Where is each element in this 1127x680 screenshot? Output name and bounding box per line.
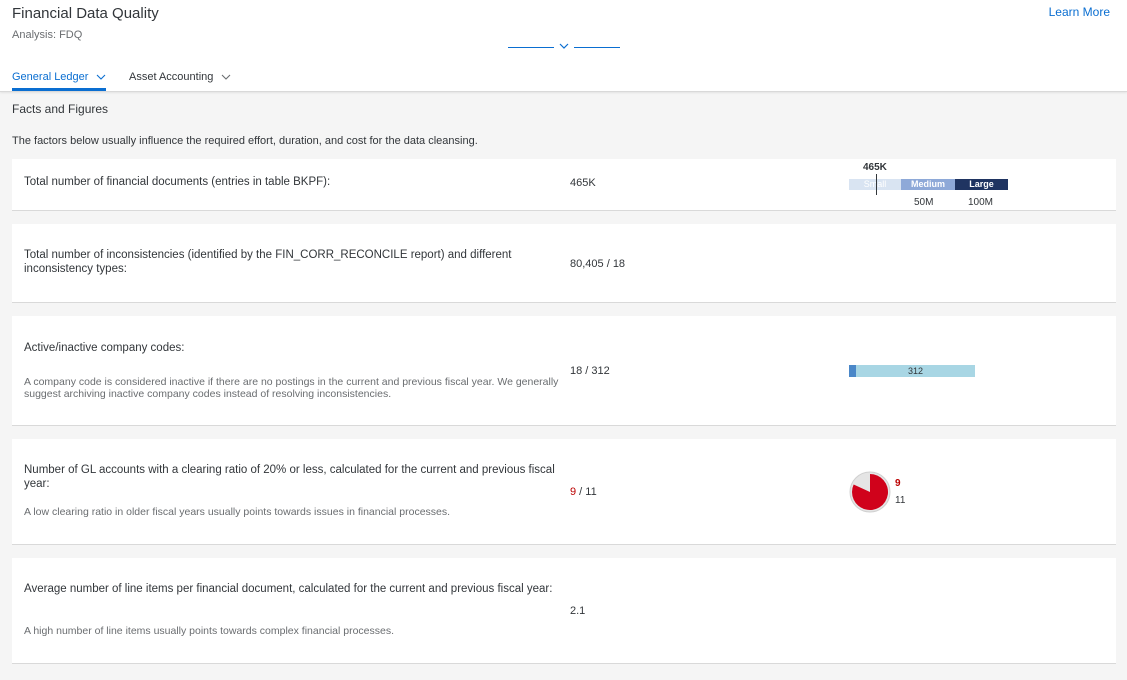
bullet-tick: 100M [968, 197, 994, 208]
card-label: Active/inactive company codes: [24, 342, 185, 354]
card-value: 9 / 11 [570, 486, 597, 498]
card-value: 465K [570, 177, 596, 189]
page-subtitle: Analysis: FDQ [12, 29, 83, 41]
section-title: Facts and Figures [12, 102, 109, 116]
collapse-line-left [508, 47, 554, 48]
pie-label-total: 11 [895, 495, 906, 506]
header-collapse-button[interactable] [508, 40, 620, 54]
stacked-bar-inactive: 312 [856, 365, 975, 377]
card-label: Number of GL accounts with a clearing ra… [24, 464, 555, 490]
chevron-down-icon[interactable] [96, 74, 106, 80]
card-inconsistencies: Total number of inconsistencies (identif… [12, 224, 1116, 303]
chevron-down-icon[interactable] [221, 74, 231, 80]
card-label: Total number of financial documents (ent… [24, 176, 331, 188]
card-company-codes: Active/inactive company codes: A company… [12, 316, 1116, 426]
card-value: 2.1 [570, 605, 586, 617]
page-title: Financial Data Quality [12, 5, 159, 22]
card-note: A low clearing ratio in older fiscal yea… [24, 506, 451, 518]
pie-label-value: 9 [895, 478, 901, 489]
card-value: 80,405 / 18 [570, 258, 626, 270]
tab-asset-accounting[interactable]: Asset Accounting [129, 62, 231, 92]
collapse-line-right [574, 47, 620, 48]
bullet-range-medium: Medium [901, 179, 955, 190]
tab-label: General Ledger [12, 70, 89, 83]
page-header: Financial Data Quality Analysis: FDQ Lea… [0, 0, 1127, 92]
stacked-bar-chart: 312 [849, 365, 975, 377]
section-description: The factors below usually influence the … [12, 135, 478, 147]
card-note: A high number of line items usually poin… [24, 625, 395, 637]
tab-label: Asset Accounting [129, 71, 214, 83]
card-label: Total number of inconsistencies (identif… [24, 249, 512, 275]
bullet-chart: Small Medium Large 465K 50M 100M [848, 159, 1018, 211]
bullet-range-large: Large [955, 179, 1008, 190]
chevron-down-icon [559, 43, 569, 49]
card-financial-documents: Total number of financial documents (ent… [12, 159, 1116, 211]
value-total: / 11 [576, 486, 597, 498]
bullet-tick: 50M [914, 197, 934, 208]
tab-bar: General Ledger Asset Accounting [0, 62, 1127, 92]
pie-chart [849, 471, 891, 513]
card-gl-accounts: Number of GL accounts with a clearing ra… [12, 439, 1116, 545]
bullet-marker [876, 174, 877, 195]
bullet-marker-label: 465K [863, 162, 887, 173]
bullet-range-small: Small [849, 179, 901, 190]
card-label: Average number of line items per financi… [24, 583, 553, 595]
stacked-bar-active [849, 365, 856, 377]
tab-general-ledger[interactable]: General Ledger [12, 62, 107, 91]
card-value: 18 / 312 [570, 365, 610, 377]
learn-more-link[interactable]: Learn More [1049, 5, 1110, 19]
card-note: A company code is considered inactive if… [24, 376, 559, 400]
card-line-items: Average number of line items per financi… [12, 558, 1116, 664]
